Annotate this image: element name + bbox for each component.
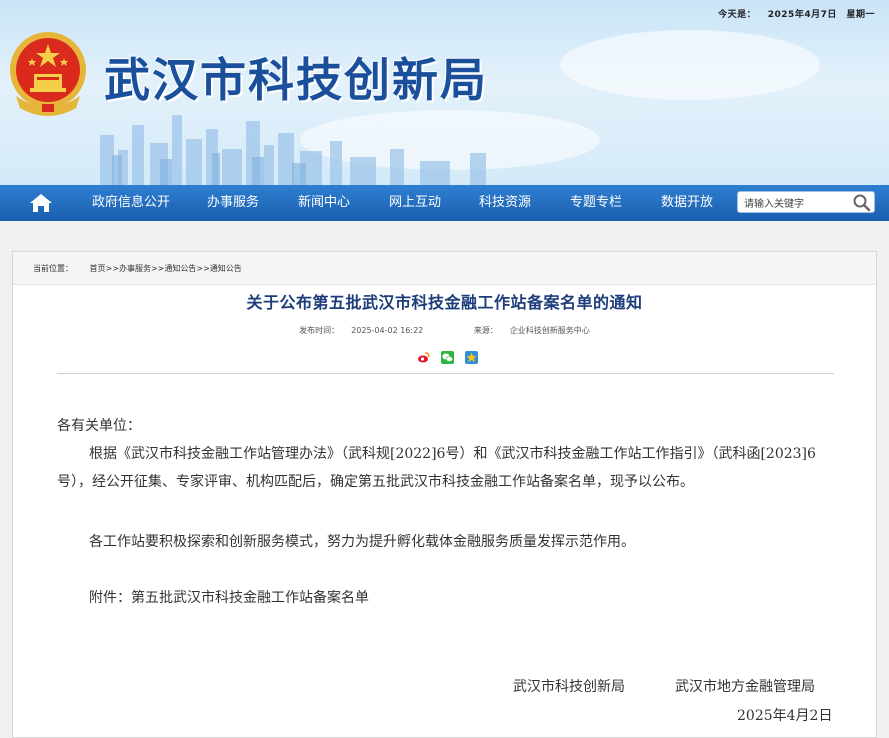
article-card: 当前位置： 首页>>办事服务>>通知公告>>通知公告 关于公布第五批武汉市科技金…	[12, 251, 877, 738]
home-icon[interactable]	[28, 192, 54, 214]
attachment-line: 附件：第五批武汉市科技金融工作站备案名单	[57, 584, 834, 612]
site-title: 武汉市科技创新局	[104, 53, 488, 107]
cloud-decoration	[560, 30, 820, 100]
header-banner: 今天是： 2025年4月7日 星期一 武汉市科技创新局	[0, 0, 889, 185]
date-value: 2025年4月7日	[767, 10, 837, 20]
weibo-share-icon[interactable]	[417, 349, 430, 364]
nav-item-gov-info[interactable]: 政府信息公开	[92, 185, 170, 221]
signer-tech-bureau: 武汉市科技创新局	[513, 679, 625, 695]
breadcrumb-services[interactable]: 办事服务	[119, 264, 151, 273]
breadcrumb-label: 当前位置：	[33, 264, 73, 273]
date-label: 今天是：	[718, 10, 757, 20]
greeting: 各有关单位：	[57, 418, 141, 434]
title-divider	[57, 373, 834, 374]
qzone-share-icon[interactable]	[465, 349, 479, 364]
current-date: 今天是： 2025年4月7日 星期一	[718, 7, 875, 20]
breadcrumb-home[interactable]: 首页	[90, 264, 106, 273]
publish-time: 2025-04-02 16:22	[351, 326, 424, 335]
breadcrumb: 当前位置： 首页>>办事服务>>通知公告>>通知公告	[13, 252, 876, 285]
attachment-label: 附件：	[89, 590, 131, 606]
breadcrumb-separator: >>	[150, 264, 165, 273]
paragraph-main: 根据《武汉市科技金融工作站管理办法》（武科规[2022]6号）和《武汉市科技金融…	[57, 446, 816, 490]
source-label: 来源：	[473, 326, 498, 335]
search-box	[737, 191, 875, 215]
share-buttons	[417, 349, 484, 364]
article-source: 企业科技创新服务中心	[509, 326, 590, 335]
wechat-share-icon[interactable]	[441, 349, 455, 364]
signer-finance-bureau: 武汉市地方金融管理局	[675, 679, 815, 695]
nav-item-news[interactable]: 新闻中心	[298, 185, 350, 221]
breadcrumb-separator: >>	[196, 264, 210, 273]
breadcrumb-separator: >>	[105, 264, 119, 273]
attachment-link[interactable]: 第五批武汉市科技金融工作站备案名单	[131, 590, 369, 606]
article-meta: 发布时间： 2025-04-02 16:22 来源： 企业科技创新服务中心	[13, 325, 876, 336]
nav-item-resources[interactable]: 科技资源	[479, 185, 531, 221]
sign-date: 2025年4月2日	[737, 708, 833, 724]
nav-item-services[interactable]: 办事服务	[207, 185, 259, 221]
breadcrumb-notices[interactable]: 通知公告	[164, 264, 196, 273]
nav-item-interaction[interactable]: 网上互动	[389, 185, 441, 221]
paragraph-second: 各工作站要积极探索和创新服务模式，努力为提升孵化载体金融服务质量发挥示范作用。	[89, 534, 635, 550]
article-title: 关于公布第五批武汉市科技金融工作站备案名单的通知	[246, 293, 643, 312]
search-input[interactable]	[738, 194, 848, 215]
nav-item-topics[interactable]: 专题专栏	[570, 185, 622, 221]
breadcrumb-notices-current[interactable]: 通知公告	[210, 264, 242, 273]
city-skyline-graphic	[100, 115, 486, 185]
publish-time-label: 发布时间：	[299, 326, 340, 335]
weekday: 星期一	[846, 10, 875, 20]
nav-item-open-data[interactable]: 数据开放	[661, 185, 713, 221]
search-icon[interactable]	[852, 193, 871, 212]
